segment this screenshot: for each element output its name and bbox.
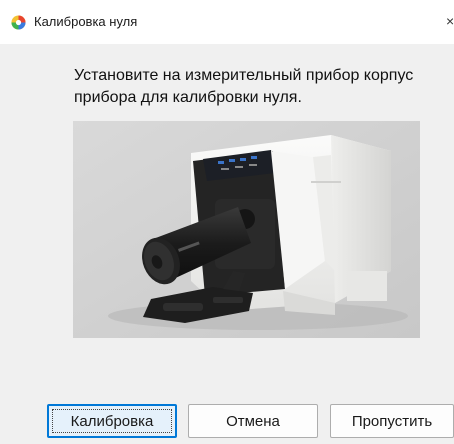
calibration-dialog: Калибровка нуля × Установите на измерите… <box>0 0 454 444</box>
title-bar: Калибровка нуля × <box>0 0 454 44</box>
color-wheel-icon <box>11 15 26 30</box>
instrument-illustration <box>73 121 420 338</box>
window-title: Калибровка нуля <box>34 14 138 29</box>
skip-button[interactable]: Пропустить <box>330 404 454 438</box>
calibrate-button[interactable]: Калибровка <box>47 404 177 438</box>
cancel-button[interactable]: Отмена <box>188 404 318 438</box>
instruction-text: Установите на измерительный прибор корпу… <box>74 67 414 106</box>
instrument-photo <box>73 121 420 338</box>
close-icon[interactable]: × <box>446 12 454 30</box>
